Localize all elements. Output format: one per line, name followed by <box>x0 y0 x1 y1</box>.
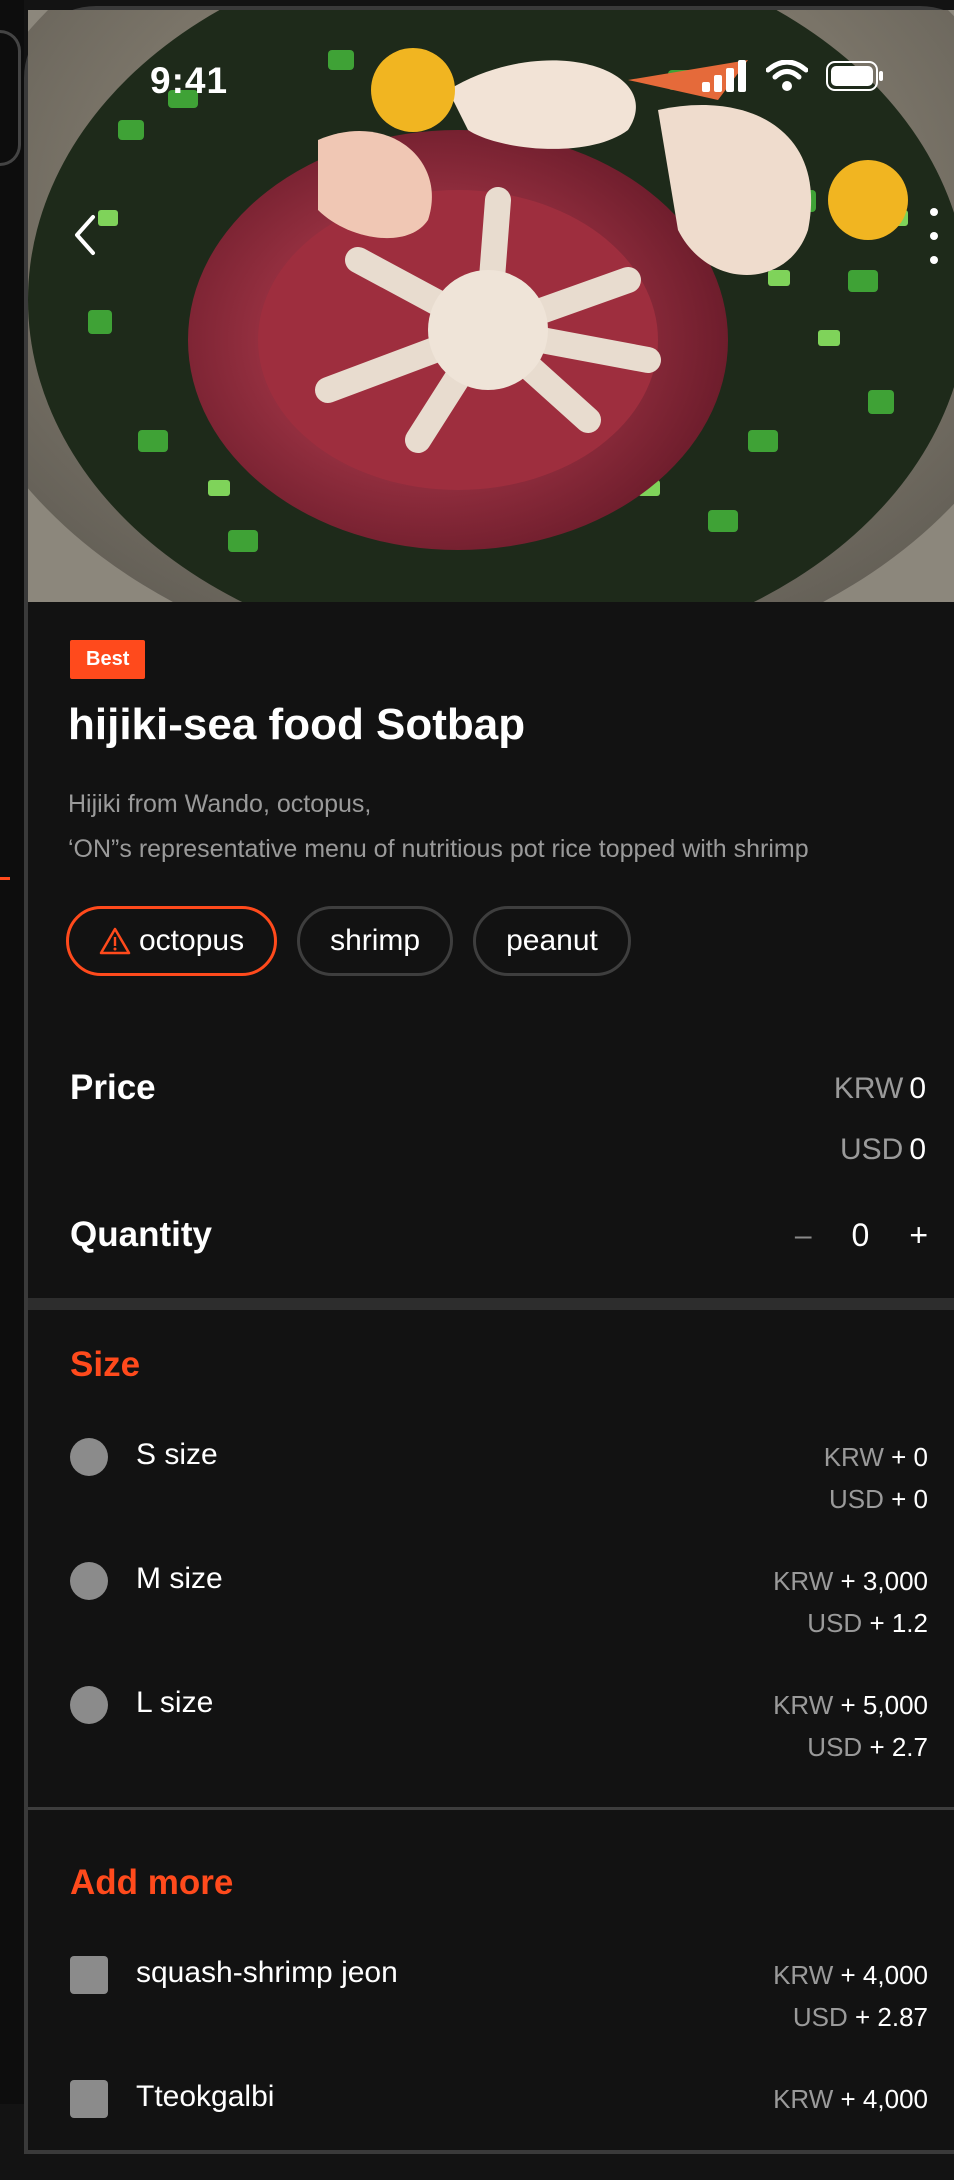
option-price: KRW + 4,000 USD + 2.87 <box>773 1954 928 2038</box>
tag-octopus[interactable]: octopus <box>66 906 278 976</box>
option-price: KRW + 4,000 <box>773 2078 928 2120</box>
addon-option[interactable]: squash-shrimp jeon KRW + 4,000 USD + 2.8… <box>70 1956 930 2056</box>
size-option-l[interactable]: L size KRW + 5,000 USD + 2.7 <box>70 1686 930 1786</box>
wifi-icon <box>765 59 809 97</box>
usd-addon: + 2.87 <box>854 2002 928 2032</box>
krw-addon: + 3,000 <box>840 1566 928 1596</box>
krw-addon: + 4,000 <box>840 2084 928 2114</box>
option-price: KRW + 3,000 USD + 1.2 <box>773 1560 928 1644</box>
battery-icon <box>826 61 884 96</box>
option-price: KRW + 0 USD + 0 <box>824 1436 928 1520</box>
option-label: Tteokgalbi <box>136 2080 275 2113</box>
decrease-button[interactable]: – <box>795 1219 812 1253</box>
checkbox[interactable] <box>70 2080 108 2118</box>
tag-label: shrimp <box>330 924 421 957</box>
price-krw-value: 0 <box>909 1072 926 1105</box>
tag-peanut[interactable]: peanut <box>473 906 631 976</box>
ingredient-tags: octopus shrimp peanut <box>66 906 631 976</box>
chevron-left-icon <box>75 215 95 255</box>
product-description: Hijiki from Wando, octopus, <box>68 790 372 818</box>
radio-button[interactable] <box>70 1438 108 1476</box>
status-time: 9:41 <box>150 60 229 101</box>
currency-usd: USD <box>807 1608 863 1638</box>
edge-decoration <box>0 30 21 166</box>
more-options-button[interactable] <box>924 208 944 264</box>
krw-addon: + 0 <box>891 1442 928 1472</box>
status-icons <box>702 59 884 97</box>
addon-option[interactable]: Tteokgalbi KRW + 4,000 <box>70 2080 930 2180</box>
currency-usd: USD <box>828 1484 884 1514</box>
currency-usd: USD <box>792 2002 848 2032</box>
best-badge: Best <box>70 640 146 679</box>
tag-shrimp[interactable]: shrimp <box>297 906 454 976</box>
section-divider <box>28 1298 954 1310</box>
product-title: hijiki-sea food Sotbap <box>68 700 526 749</box>
tag-label: peanut <box>506 924 598 957</box>
tag-label: octopus <box>139 924 245 957</box>
currency-krw: KRW <box>773 1960 834 1990</box>
checkbox[interactable] <box>70 1956 108 1994</box>
currency-usd: USD <box>807 1732 863 1762</box>
size-section-title: Size <box>70 1345 141 1384</box>
quantity-label: Quantity <box>70 1215 212 1254</box>
size-option-s[interactable]: S size KRW + 0 USD + 0 <box>70 1438 930 1538</box>
increase-button[interactable]: + <box>909 1217 928 1254</box>
warning-icon <box>99 927 131 955</box>
dot <box>930 232 938 240</box>
option-label: M size <box>136 1562 223 1595</box>
krw-addon: + 4,000 <box>840 1960 928 1990</box>
edge-accent <box>0 877 10 880</box>
currency-krw: KRW <box>773 1690 834 1720</box>
currency-usd: USD <box>839 1133 904 1166</box>
radio-button[interactable] <box>70 1562 108 1600</box>
size-option-m[interactable]: M size KRW + 3,000 USD + 1.2 <box>70 1562 930 1662</box>
signal-icon <box>702 60 748 97</box>
quantity-value: 0 <box>851 1217 870 1253</box>
usd-addon: + 2.7 <box>869 1732 928 1762</box>
left-edge <box>0 0 24 2104</box>
product-description-2: ‘ON”s representative menu of nutritious … <box>68 835 809 863</box>
currency-krw: KRW <box>833 1072 904 1105</box>
option-price: KRW + 5,000 USD + 2.7 <box>773 1684 928 1768</box>
price-usd: USD 0 <box>840 1133 926 1167</box>
krw-addon: + 5,000 <box>840 1690 928 1720</box>
radio-button[interactable] <box>70 1686 108 1724</box>
price-label: Price <box>70 1068 156 1107</box>
add-more-section-title: Add more <box>70 1863 234 1902</box>
usd-addon: + 0 <box>891 1484 928 1514</box>
back-button[interactable] <box>60 200 110 270</box>
dot <box>930 208 938 216</box>
section-divider <box>28 1807 954 1810</box>
option-label: L size <box>136 1686 214 1719</box>
price-usd-value: 0 <box>909 1133 926 1166</box>
dot <box>930 256 938 264</box>
currency-krw: KRW <box>773 1566 834 1596</box>
quantity-stepper: – 0 + <box>795 1217 928 1254</box>
usd-addon: + 1.2 <box>869 1608 928 1638</box>
option-label: squash-shrimp jeon <box>136 1956 398 1989</box>
currency-krw: KRW <box>773 2084 834 2114</box>
price-krw: KRW 0 <box>834 1072 926 1106</box>
currency-krw: KRW <box>823 1442 884 1472</box>
option-label: S size <box>136 1438 218 1471</box>
